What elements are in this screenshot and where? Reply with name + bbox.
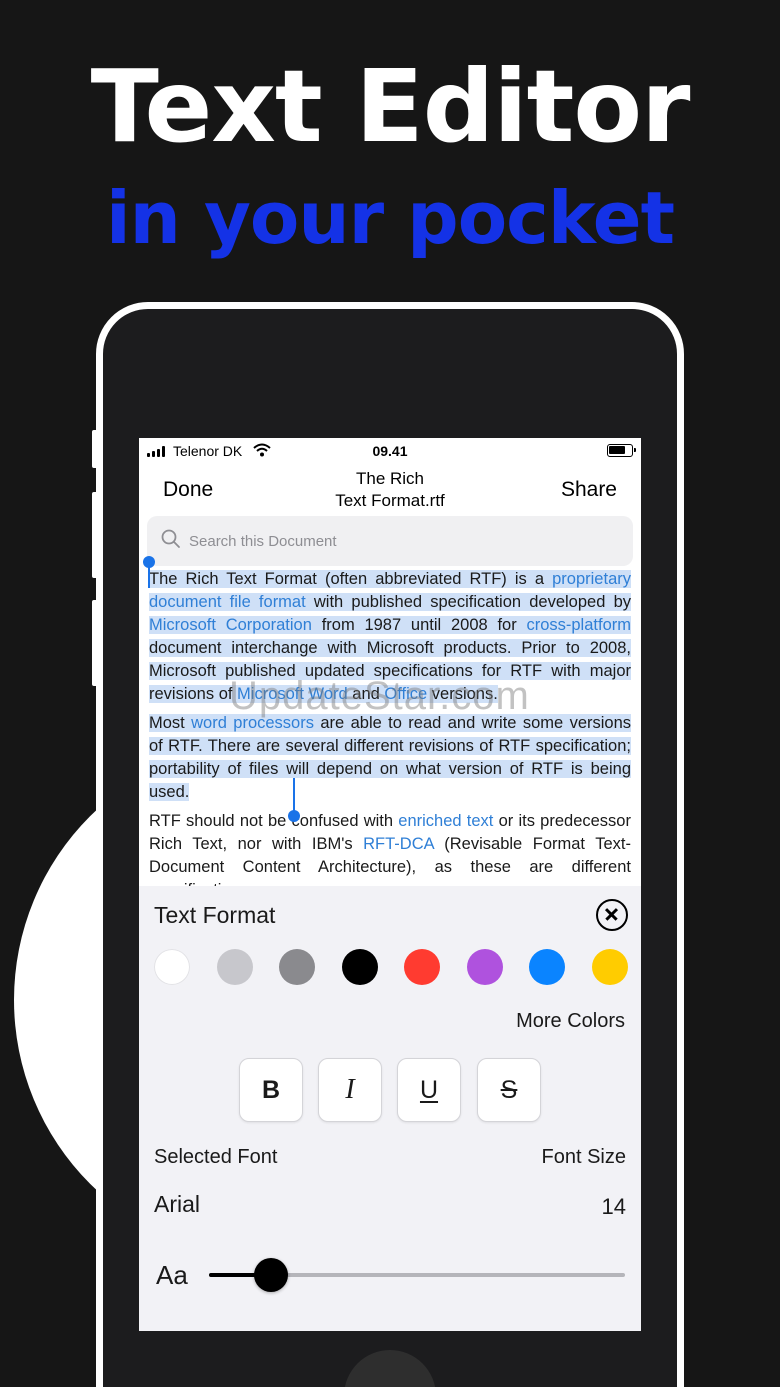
font-size-value: 14 [601,1194,626,1219]
format-buttons: B I U S [239,1058,542,1122]
document-link[interactable]: cross-platform [526,616,631,634]
document-text: and [347,685,385,703]
more-colors-button[interactable]: More Colors [516,1010,625,1033]
selection-start-handle-dot[interactable] [143,556,155,568]
document-body[interactable]: The Rich Text Format (often abbreviated … [149,568,632,908]
document-link[interactable]: word processors [191,714,314,732]
color-swatch-3[interactable] [279,949,316,985]
font-size-label: Font Size [541,1146,626,1168]
text-format-panel: Text Format More Colors B I U S Selected… [139,886,641,1331]
document-title-line1: The Rich [355,469,425,488]
status-time: 09.41 [372,443,408,459]
document-text: The Rich Text Format (often abbreviated … [149,570,553,588]
color-swatch-6[interactable] [466,949,503,985]
document-text: from 1987 until 2008 for [311,616,527,634]
nav-bar: Done The Rich Text Format.rtf Share [139,466,641,514]
color-swatch-5[interactable] [404,949,441,985]
strikethrough-button[interactable]: S [477,1058,541,1122]
status-bar: Telenor DK 09.41 [139,438,641,464]
document-text: with published specification developed b… [305,593,632,611]
search-bar[interactable] [147,516,633,566]
bold-button[interactable]: B [239,1058,303,1122]
color-swatch-1[interactable] [154,949,190,985]
document-link[interactable]: enriched text [398,812,493,830]
document-text: Most [149,714,192,732]
underline-button[interactable]: U [397,1058,461,1122]
color-swatch-4[interactable] [341,949,378,985]
document-link[interactable]: Office [384,685,427,703]
color-swatch-2[interactable] [216,949,253,985]
selection-end-handle[interactable] [293,778,295,812]
share-button[interactable]: Share [561,478,617,502]
color-swatches [154,949,628,985]
selected-font-label: Selected Font [154,1146,278,1168]
document-link[interactable]: Microsoft Corporation [149,616,312,634]
close-icon[interactable] [596,899,628,931]
color-swatch-8[interactable] [592,949,628,985]
color-swatch-7[interactable] [529,949,566,985]
document-text: versions. [427,685,498,703]
document-paragraph-1: The Rich Text Format (often abbreviated … [149,568,632,706]
document-paragraph-2: Most word processors are able to read an… [149,712,632,804]
document-link[interactable]: RFT-DCA [363,835,434,853]
slider-thumb[interactable] [254,1258,289,1292]
selection-end-handle-dot[interactable] [288,810,300,822]
search-input[interactable] [189,529,609,553]
document-text: RTF should not be confused with [149,812,399,830]
promo-subline: in your pocket [105,176,675,260]
selected-font-value[interactable]: Arial [154,1191,200,1218]
italic-button[interactable]: I [318,1058,382,1122]
done-button[interactable]: Done [163,478,213,502]
search-icon [161,529,180,548]
document-title: The Rich Text Format.rtf [265,468,515,512]
font-size-slider-label: Aa [156,1260,188,1290]
app-screen: Telenor DK 09.41 Done The Rich Text Form… [139,438,641,1331]
battery-icon [607,444,636,457]
panel-title: Text Format [154,902,276,928]
document-link[interactable]: Microsoft Word [237,685,348,703]
document-title-line2: Text Format.rtf [335,491,445,510]
promo-headline: Text Editor [90,48,691,165]
font-size-slider[interactable] [209,1258,625,1292]
